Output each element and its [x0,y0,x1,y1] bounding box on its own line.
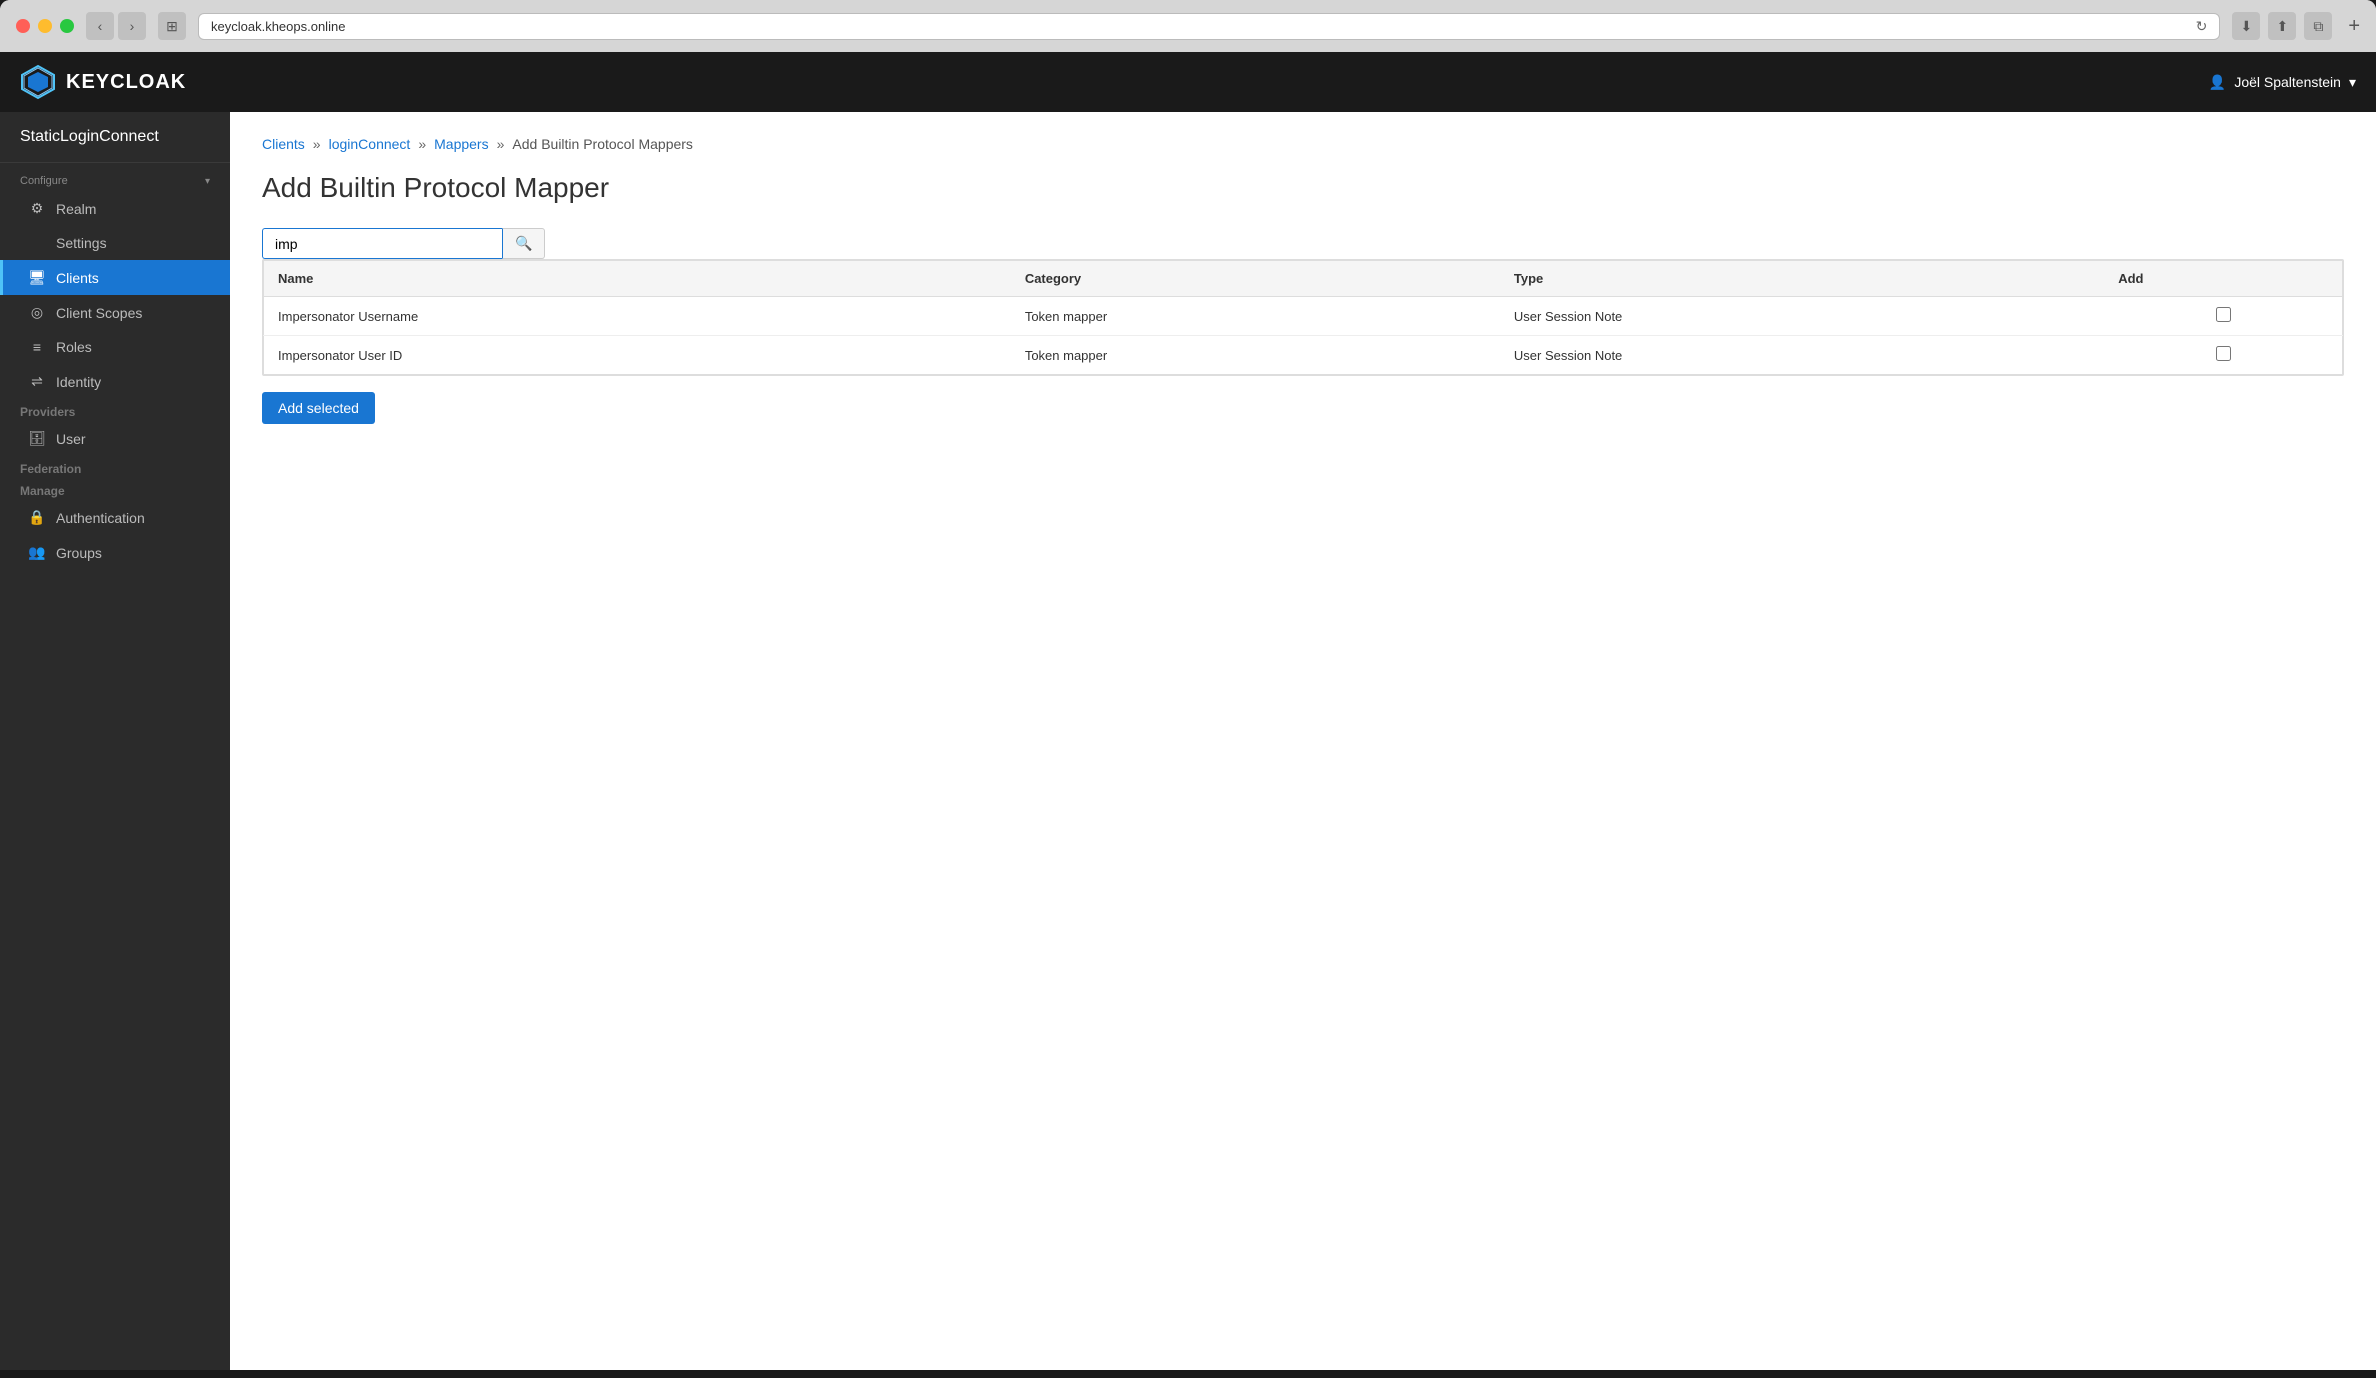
keycloak-logo-icon [20,64,56,100]
sidebar-federation-section: Federation [0,456,230,478]
search-container: 🔍 [262,228,2344,259]
table-wrapper: Name Category Type Add Impersonator User… [262,259,2344,376]
close-button[interactable] [16,19,30,33]
search-input[interactable] [262,228,502,259]
sidebar-providers-section: Providers [0,399,230,421]
identity-icon: ⇌ [28,373,46,390]
breadcrumb-current: Add Builtin Protocol Mappers [512,136,693,152]
sidebar-manage-section: Manage [0,478,230,500]
add-selected-button[interactable]: Add selected [262,392,375,424]
clients-icon: 🖥 [28,269,46,286]
breadcrumb-sep-2: » [418,136,426,152]
forward-button[interactable]: › [118,12,146,40]
browser-titlebar: ‹ › ⊞ keycloak.kheops.online ↻ ⬇ ⬆ ⧉ + [0,0,2376,52]
sidebar-item-client-scopes-label: Client Scopes [56,305,142,321]
browser-actions: ⬇ ⬆ ⧉ [2232,12,2332,40]
column-header-name: Name [264,261,1011,297]
table-header-row: Name Category Type Add [264,261,2343,297]
layout-button[interactable]: ⊞ [158,12,186,40]
column-header-type: Type [1500,261,2104,297]
sidebar-configure-section[interactable]: Configure ▾ [0,163,230,191]
app-container: KEYCLOAK 👤 Joël Spaltenstein ▾ StaticLog… [0,52,2376,1370]
sidebar-item-roles[interactable]: ≡ Roles [0,330,230,364]
realm-icon: ⚙ [28,200,46,217]
sidebar-item-user-label: User [56,431,86,447]
download-button[interactable]: ⬇ [2232,12,2260,40]
nav-buttons: ‹ › [86,12,146,40]
configure-chevron-icon: ▾ [205,176,210,187]
sidebar-item-groups[interactable]: 👥 Groups [0,535,230,570]
add-checkbox-1[interactable] [2216,346,2231,361]
cell-name-1: Impersonator User ID [264,336,1011,375]
sidebar-item-clients-label: Clients [56,270,99,286]
breadcrumb-mappers[interactable]: Mappers [434,136,488,152]
cell-add-0 [2104,297,2342,336]
back-button[interactable]: ‹ [86,12,114,40]
add-tab-button[interactable]: + [2348,15,2360,38]
mapper-table: Name Category Type Add Impersonator User… [263,260,2343,375]
breadcrumb-login-connect[interactable]: loginConnect [329,136,411,152]
groups-icon: 👥 [28,544,46,561]
sidebar-item-authentication-label: Authentication [56,510,145,526]
breadcrumb-sep-1: » [313,136,321,152]
cell-category-0: Token mapper [1011,297,1500,336]
column-header-category: Category [1011,261,1500,297]
user-menu[interactable]: 👤 Joël Spaltenstein ▾ [2209,74,2356,91]
tab-manager-button[interactable]: ⧉ [2304,12,2332,40]
table-row: Impersonator Username Token mapper User … [264,297,2343,336]
app-header: KEYCLOAK 👤 Joël Spaltenstein ▾ [0,52,2376,112]
breadcrumb-clients[interactable]: Clients [262,136,305,152]
cell-add-1 [2104,336,2342,375]
sidebar-item-realm[interactable]: ⚙ Realm [0,191,230,226]
share-button[interactable]: ⬆ [2268,12,2296,40]
configure-label: Configure [20,175,68,187]
sidebar-item-roles-label: Roles [56,339,92,355]
table-row: Impersonator User ID Token mapper User S… [264,336,2343,375]
keycloak-logo: KEYCLOAK [20,64,186,100]
sidebar-item-authentication[interactable]: 🔒 Authentication [0,500,230,535]
app-body: StaticLoginConnect Configure ▾ ⚙ Realm S… [0,112,2376,1370]
sidebar: StaticLoginConnect Configure ▾ ⚙ Realm S… [0,112,230,1370]
address-bar[interactable]: keycloak.kheops.online ↻ [198,13,2220,40]
logo-text: KEYCLOAK [66,71,186,94]
add-checkbox-0[interactable] [2216,307,2231,322]
cell-type-0: User Session Note [1500,297,2104,336]
search-icon: 🔍 [515,235,532,251]
sidebar-item-realm-label: Realm [56,201,96,217]
sidebar-item-settings-label: Settings [56,235,107,251]
content-area: Clients » loginConnect » Mappers » Add B… [230,112,2376,1370]
browser-chrome: ‹ › ⊞ keycloak.kheops.online ↻ ⬇ ⬆ ⧉ + [0,0,2376,52]
sidebar-item-identity-label: Identity [56,374,101,390]
sidebar-item-settings[interactable]: Settings [0,226,230,260]
authentication-icon: 🔒 [28,509,46,526]
sidebar-item-groups-label: Groups [56,545,102,561]
user-name: Joël Spaltenstein [2234,74,2341,90]
maximize-button[interactable] [60,19,74,33]
sidebar-item-client-scopes[interactable]: ◎ Client Scopes [0,295,230,330]
chevron-down-icon: ▾ [2349,74,2356,91]
traffic-lights [16,19,74,33]
sidebar-item-identity[interactable]: ⇌ Identity [0,364,230,399]
refresh-button[interactable]: ↻ [2196,18,2208,35]
breadcrumb-sep-3: » [497,136,505,152]
search-button[interactable]: 🔍 [502,228,545,259]
sidebar-item-clients[interactable]: 🖥 Clients [0,260,230,295]
page-title: Add Builtin Protocol Mapper [262,172,2344,204]
sidebar-realm-name: StaticLoginConnect [0,112,230,163]
cell-category-1: Token mapper [1011,336,1500,375]
user-federation-icon: 🗄 [28,430,46,447]
client-scopes-icon: ◎ [28,304,46,321]
column-header-add: Add [2104,261,2342,297]
sidebar-item-user[interactable]: 🗄 User [0,421,230,456]
cell-type-1: User Session Note [1500,336,2104,375]
minimize-button[interactable] [38,19,52,33]
breadcrumb: Clients » loginConnect » Mappers » Add B… [262,136,2344,152]
url-text: keycloak.kheops.online [211,19,345,34]
roles-icon: ≡ [28,339,46,355]
cell-name-0: Impersonator Username [264,297,1011,336]
user-icon: 👤 [2209,74,2226,91]
